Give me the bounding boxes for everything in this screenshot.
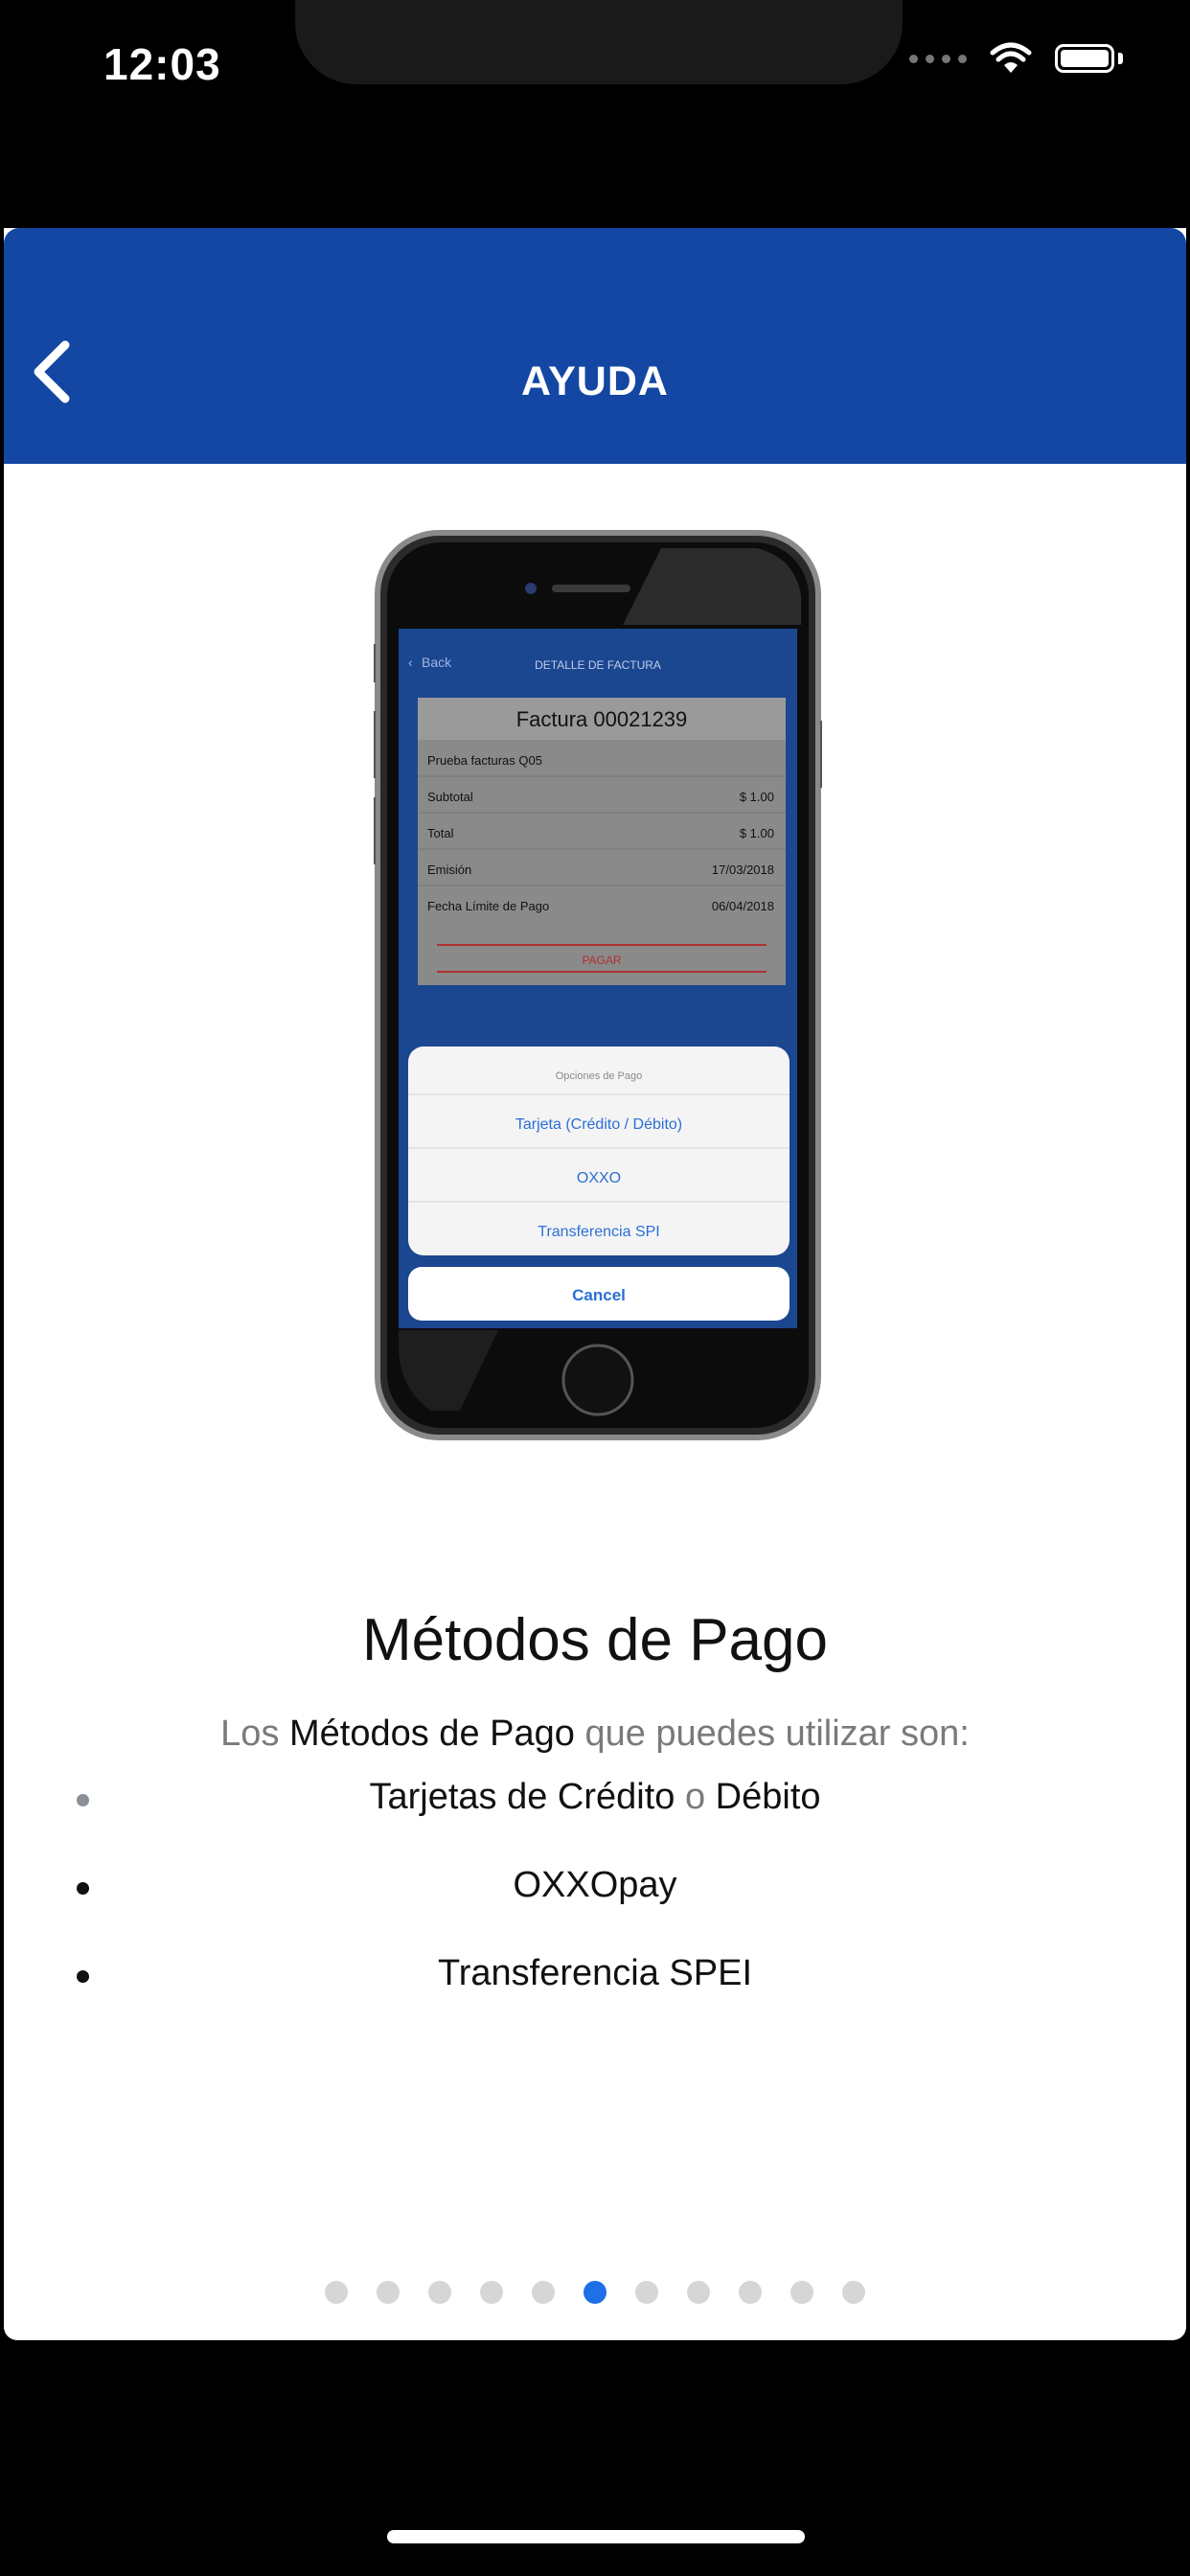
page-dot[interactable] xyxy=(687,2281,710,2304)
bullet-spei: Transferencia SPEI xyxy=(437,1953,753,1993)
phone-mockup-image: ‹ Back DETALLE DE FACTURA Factura 000212… xyxy=(370,529,826,1441)
bullet-cards: Tarjetas de Crédito o Débito xyxy=(369,1777,821,1817)
page-dot[interactable] xyxy=(325,2281,348,2304)
notch xyxy=(295,0,903,84)
page-title: AYUDA xyxy=(521,358,669,404)
intro-text: Los Métodos de Pago que puedes utilizar … xyxy=(220,1714,970,1754)
page-control[interactable] xyxy=(4,2281,1186,2304)
page-dot[interactable] xyxy=(428,2281,451,2304)
navigation-bar: AYUDA xyxy=(4,228,1186,464)
svg-text:Emisión: Emisión xyxy=(427,862,471,877)
svg-text:Opciones de Pago: Opciones de Pago xyxy=(556,1070,643,1082)
page-dot[interactable] xyxy=(377,2281,400,2304)
svg-text:Subtotal: Subtotal xyxy=(427,790,473,804)
cellular-signal-icon xyxy=(909,54,967,63)
svg-text:DETALLE DE FACTURA: DETALLE DE FACTURA xyxy=(535,658,661,672)
svg-text:Prueba facturas Q05: Prueba facturas Q05 xyxy=(427,753,542,768)
svg-text:OXXO: OXXO xyxy=(577,1170,621,1186)
svg-text:Back: Back xyxy=(422,655,452,670)
page-dot[interactable] xyxy=(842,2281,865,2304)
bullet-oxxopay: OXXOpay xyxy=(513,1865,677,1905)
svg-text:Fecha Límite de Pago: Fecha Límite de Pago xyxy=(427,899,549,913)
svg-text:Transferencia SPI: Transferencia SPI xyxy=(538,1224,659,1240)
wifi-icon xyxy=(990,42,1032,73)
home-indicator[interactable] xyxy=(387,2530,805,2543)
page-dot[interactable] xyxy=(480,2281,503,2304)
app-screen: AYUDA ‹ Back DETALLE DE FACTURA Factura … xyxy=(4,228,1186,2340)
svg-text:06/04/2018: 06/04/2018 xyxy=(712,899,774,913)
svg-text:$ 1.00: $ 1.00 xyxy=(740,826,774,840)
page-dot[interactable] xyxy=(739,2281,762,2304)
svg-text:Tarjeta (Crédito / Débito): Tarjeta (Crédito / Débito) xyxy=(515,1116,682,1133)
status-icons xyxy=(909,42,1123,75)
svg-text:$ 1.00: $ 1.00 xyxy=(740,790,774,804)
page-dot-active[interactable] xyxy=(584,2281,606,2304)
battery-icon xyxy=(1055,44,1114,73)
page-dot[interactable] xyxy=(635,2281,658,2304)
svg-text:Factura 00021239: Factura 00021239 xyxy=(516,707,688,731)
page-dot[interactable] xyxy=(790,2281,813,2304)
device-frame: 12:03 AYUDA ‹ Back DETALLE DE FACTURA Fa… xyxy=(0,0,1190,2576)
svg-text:‹: ‹ xyxy=(408,655,413,670)
svg-text:17/03/2018: 17/03/2018 xyxy=(712,862,774,877)
svg-text:Cancel: Cancel xyxy=(572,1286,626,1304)
page-dot[interactable] xyxy=(532,2281,555,2304)
svg-text:PAGAR: PAGAR xyxy=(582,954,621,967)
section-title: Métodos de Pago xyxy=(361,1607,828,1673)
svg-text:Total: Total xyxy=(427,826,454,840)
battery-tip xyxy=(1118,53,1123,64)
status-time: 12:03 xyxy=(103,39,221,89)
